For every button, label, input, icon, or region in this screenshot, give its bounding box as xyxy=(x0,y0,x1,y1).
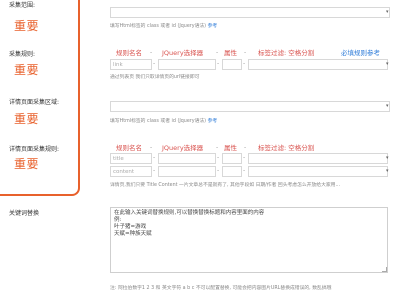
rules-header-attr: 属性 xyxy=(224,49,237,57)
detail-row1-sep-2: - xyxy=(217,154,220,161)
detail-rules-label: 详情页面采集规则: xyxy=(9,146,60,153)
detail-content-attr-input[interactable] xyxy=(222,166,242,177)
detail-header-sep-2: - xyxy=(216,144,219,151)
rules-required-tag: 重要 xyxy=(14,63,40,77)
keyword-label: 关键词替换 xyxy=(9,210,40,217)
rules-header-sep-2: - xyxy=(216,49,219,56)
rules-header-name: 规则名名 xyxy=(116,49,142,57)
detail-content-name-input[interactable]: content xyxy=(110,166,152,177)
rules-name-input[interactable]: link xyxy=(110,59,152,70)
detail-row1-caret-icon: ▾ xyxy=(386,155,389,161)
detail-header-selector: JQuery选择器 xyxy=(162,144,204,152)
detail-header-filter: 标签过滤: 空格分割 xyxy=(258,144,315,152)
detail-header-attr: 属性 xyxy=(224,144,237,152)
rules-header-sep-3: - xyxy=(244,49,247,56)
detail-row2-sep-2: - xyxy=(217,167,220,174)
detail-area-input[interactable] xyxy=(110,101,390,112)
detail-header-sep-3: - xyxy=(244,144,247,151)
rules-row-sep-2: - xyxy=(217,60,220,67)
detail-row2-sep-3: - xyxy=(243,167,246,174)
detail-rules-required-tag: 重要 xyxy=(14,157,40,171)
keyword-textarea[interactable]: 在此输入关键词替换规则,可以替换替换标题和内容里面的内容 例: 叶子猪=游戏 天… xyxy=(110,207,388,273)
detail-content-selector-input[interactable] xyxy=(158,166,216,177)
detail-area-help-link[interactable]: 参考 xyxy=(208,119,218,124)
rules-header-ref: 必填规则参考 xyxy=(341,49,380,57)
detail-help: 详情页,我们只要 Title Content 一片文章总不是就有了, 其他字段如… xyxy=(110,183,341,188)
range-required-tag: 重要 xyxy=(14,19,40,33)
detail-title-filter-input[interactable] xyxy=(248,153,388,164)
range-input[interactable] xyxy=(110,7,390,18)
detail-row2-caret-icon: ▾ xyxy=(386,168,389,174)
range-caret-icon: ▾ xyxy=(386,9,389,15)
detail-title-attr-input[interactable] xyxy=(222,153,242,164)
textarea-resize-handle[interactable] xyxy=(382,267,387,272)
detail-content-filter-input[interactable] xyxy=(248,166,388,177)
detail-area-required-tag: 重要 xyxy=(14,112,40,126)
keyword-help: 注: 阿拉伯数字1 2 3 和 英文字符 a b c 不可以配置替换, 可能会把… xyxy=(110,286,332,291)
detail-row1-sep-3: - xyxy=(243,154,246,161)
detail-header-name: 规则名名 xyxy=(116,144,142,152)
rules-header-selector: JQuery选择器 xyxy=(162,49,204,57)
rules-row-sep-3: - xyxy=(243,60,246,67)
detail-row1-sep-1: - xyxy=(153,154,156,161)
required-fields-highlight xyxy=(0,0,80,196)
detail-row2-sep-1: - xyxy=(153,167,156,174)
rules-header-sep-1: - xyxy=(150,49,153,56)
detail-area-label: 详情页面采集区域: xyxy=(9,99,60,106)
detail-title-selector-input[interactable] xyxy=(158,153,216,164)
detail-area-caret-icon: ▾ xyxy=(386,103,389,109)
rules-row-sep-1: - xyxy=(153,60,156,67)
range-help-link[interactable]: 参考 xyxy=(208,24,218,29)
rules-caret-icon: ▾ xyxy=(386,61,389,67)
range-help: 填写Html标签的 class 或者 id (Jquery语法) 参考 xyxy=(110,24,218,29)
rules-header-filter: 标签过滤: 空格分割 xyxy=(258,49,315,57)
rules-filter-input[interactable] xyxy=(248,59,388,70)
rules-attr-input[interactable] xyxy=(222,59,242,70)
detail-header-sep-1: - xyxy=(150,144,153,151)
rules-help: 通过列表页 我们只取详情页的url链接即可 xyxy=(110,75,200,80)
rules-label: 采集规则: xyxy=(9,51,36,58)
rules-selector-input[interactable] xyxy=(158,59,216,70)
range-label: 采集范围: xyxy=(9,2,36,9)
detail-title-name-input[interactable]: title xyxy=(110,153,152,164)
detail-area-help: 填写Html标签的 class 或者 id (Jquery语法) 参考 xyxy=(110,119,218,124)
